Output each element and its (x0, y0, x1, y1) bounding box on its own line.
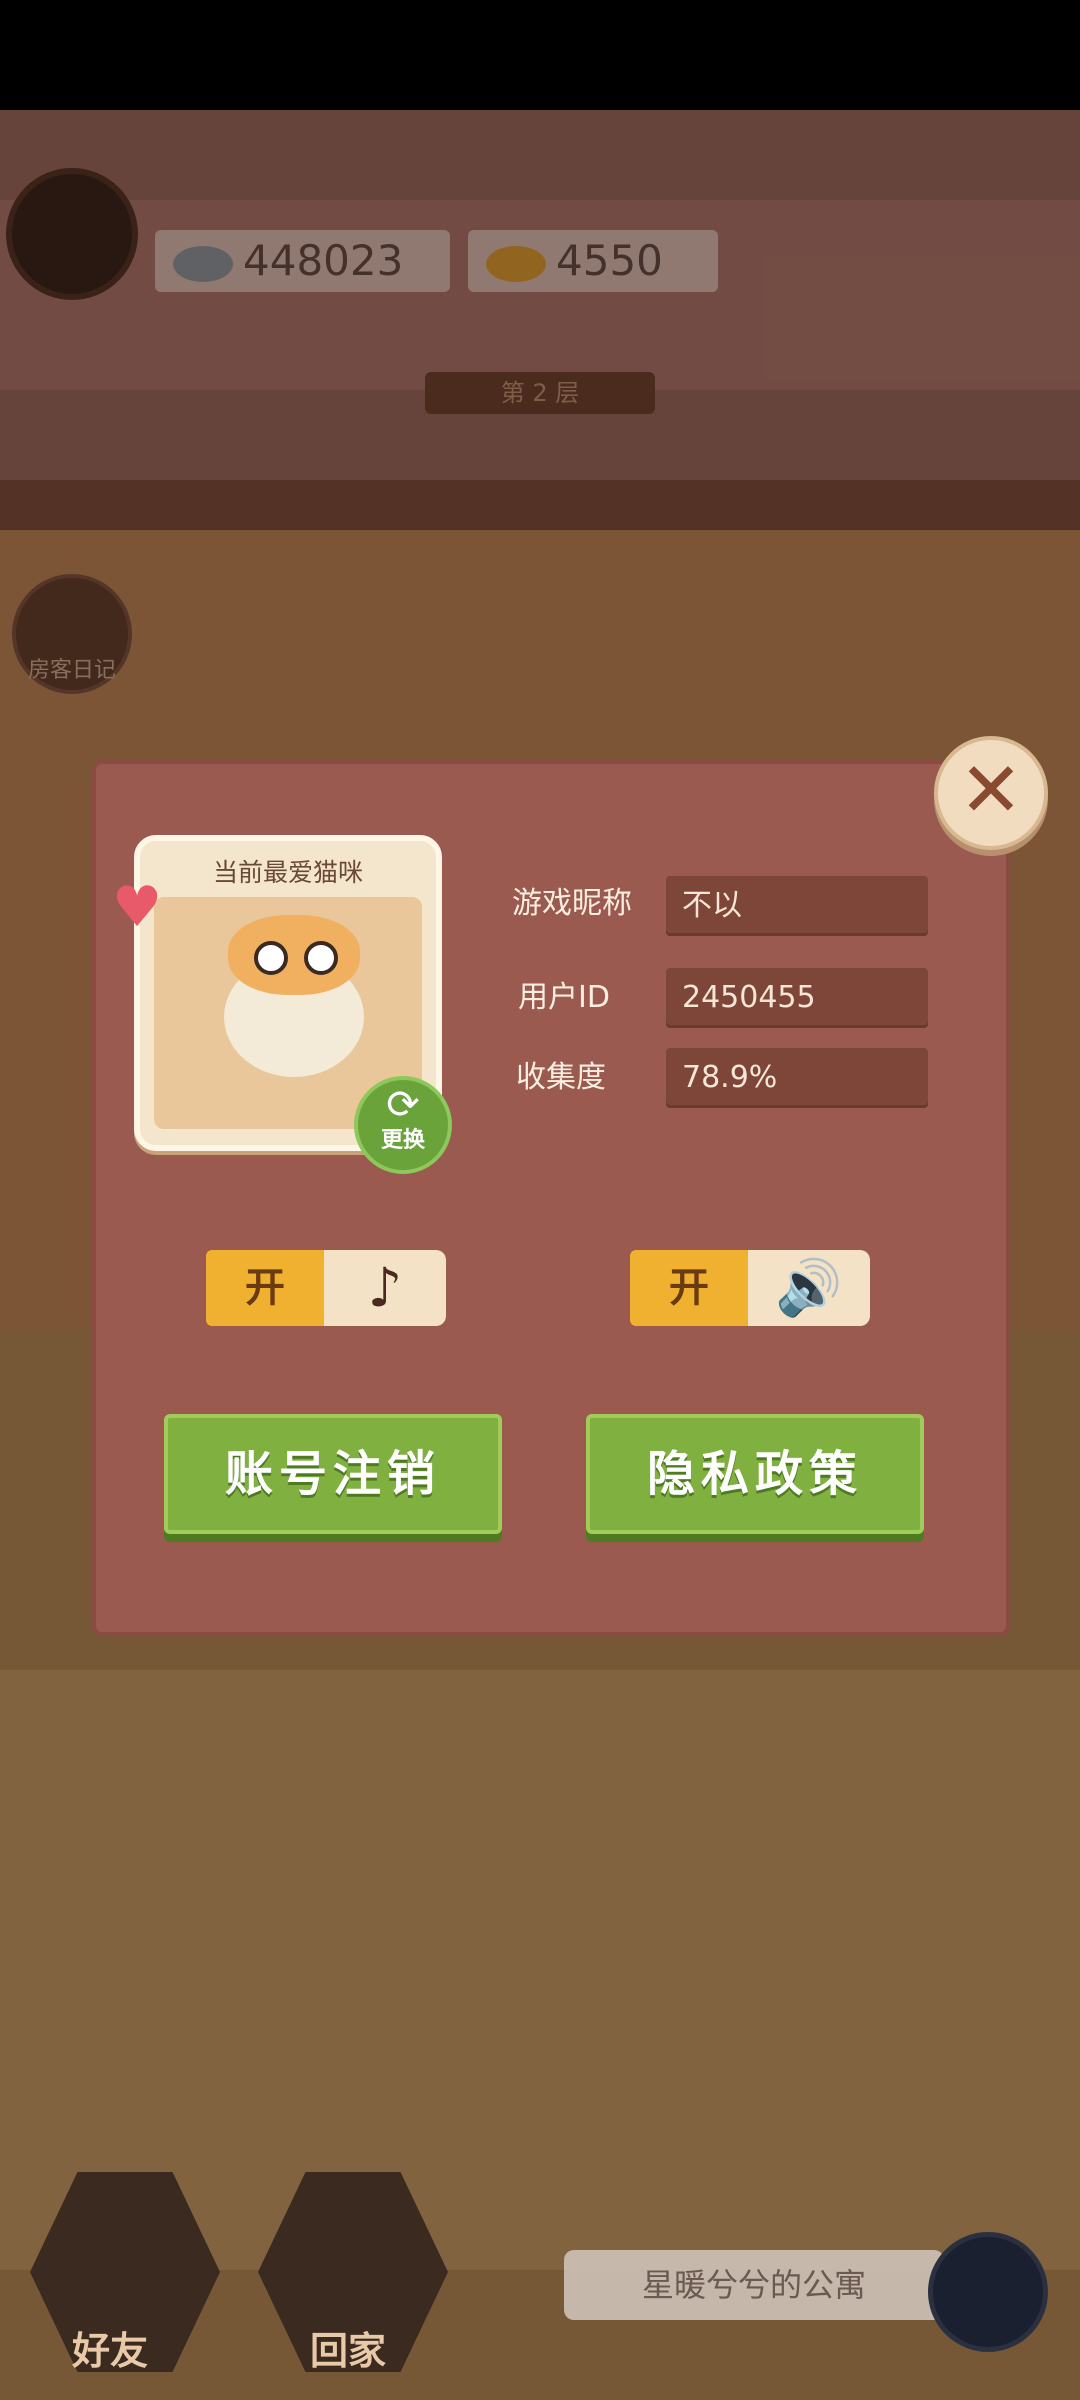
music-toggle[interactable]: 开 ♪ (206, 1250, 446, 1326)
music-toggle-state: 开 (206, 1250, 324, 1326)
collection-field: 78.9% (666, 1048, 928, 1108)
music-note-icon: ♪ (324, 1250, 446, 1326)
swap-cat-button[interactable]: ⟳ 更换 (354, 1076, 452, 1174)
card-title: 当前最爱猫咪 (212, 858, 363, 887)
privacy-policy-button[interactable]: 隐私政策 (586, 1414, 924, 1534)
night-mode-icon[interactable] (928, 2232, 1048, 2352)
cat-head (228, 915, 360, 995)
speaker-icon: 🔊 (748, 1250, 870, 1326)
heart-wand-icon: ♥ (112, 875, 163, 940)
sound-toggle-state: 开 (630, 1250, 748, 1326)
collection-label: 收集度 (516, 1060, 606, 1095)
userid-field: 2450455 (666, 968, 928, 1028)
cat-eye-left (254, 941, 288, 975)
cat-eye-right (304, 941, 338, 975)
home-label: 回家 (310, 2329, 387, 2373)
apartment-name[interactable]: 星暖兮兮的公寓 (564, 2250, 944, 2320)
friends-label: 好友 (72, 2329, 149, 2373)
close-icon[interactable]: ✕ (934, 736, 1048, 850)
sound-toggle[interactable]: 开 🔊 (630, 1250, 870, 1326)
nickname-label: 游戏昵称 (512, 886, 632, 921)
nickname-field[interactable]: 不以 (666, 876, 928, 936)
userid-label: 用户ID (518, 980, 610, 1015)
cancel-account-button[interactable]: 账号注销 (164, 1414, 502, 1534)
swap-label: 更换 (380, 1128, 425, 1153)
